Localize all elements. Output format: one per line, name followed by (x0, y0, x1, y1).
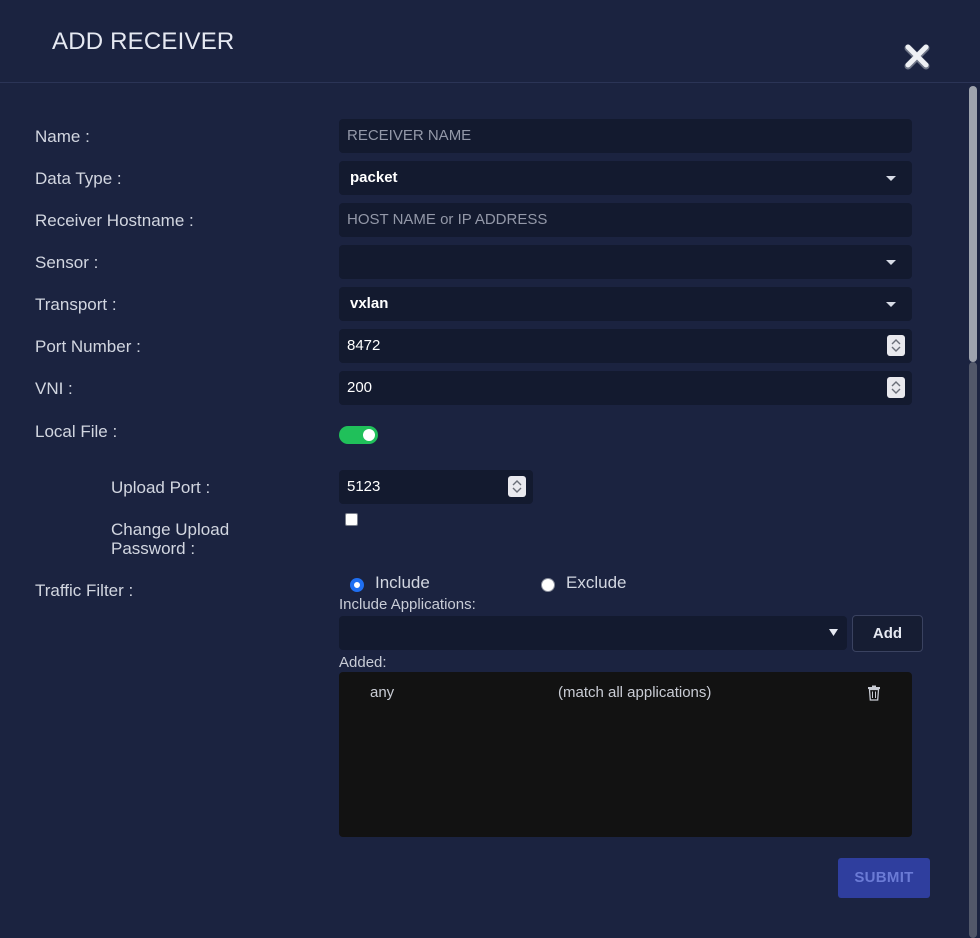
include-radio[interactable] (350, 578, 364, 592)
toggle-knob (363, 429, 375, 441)
scrollbar-thumb[interactable] (969, 86, 977, 362)
data-type-select[interactable]: packet (339, 161, 912, 195)
number-spinner-icon[interactable] (887, 377, 905, 398)
transport-value: vxlan (350, 295, 389, 312)
added-item-name: any (370, 684, 395, 701)
include-applications-select[interactable] (339, 616, 847, 650)
added-item-description: (match all applications) (558, 684, 712, 701)
vni-label: VNI : (35, 379, 73, 398)
port-label: Port Number : (35, 337, 141, 356)
added-list: any (match all applications) (339, 672, 912, 837)
data-type-value: packet (350, 169, 398, 186)
vni-input[interactable]: 200 (339, 371, 912, 405)
traffic-filter-label: Traffic Filter : (35, 581, 134, 600)
caret-down-icon (829, 629, 838, 636)
trash-icon[interactable] (867, 685, 881, 701)
port-value: 8472 (347, 337, 381, 354)
dialog-title: ADD RECEIVER (52, 28, 235, 55)
sensor-label: Sensor : (35, 253, 99, 272)
include-radio-label[interactable]: Include (375, 573, 430, 593)
name-label: Name : (35, 127, 90, 146)
exclude-radio-label[interactable]: Exclude (566, 573, 626, 593)
caret-down-icon (886, 260, 896, 265)
exclude-radio[interactable] (541, 578, 555, 592)
hostname-label: Receiver Hostname : (35, 211, 194, 230)
added-label: Added: (339, 654, 387, 671)
transport-label: Transport : (35, 295, 117, 314)
submit-button[interactable]: SUBMIT (838, 858, 930, 898)
caret-down-icon (886, 176, 896, 181)
close-icon[interactable] (901, 40, 933, 72)
transport-select[interactable]: vxlan (339, 287, 912, 321)
change-password-label-line1: Change Upload (111, 520, 230, 539)
upload-port-label: Upload Port : (111, 478, 211, 497)
caret-down-icon (886, 302, 896, 307)
port-input[interactable]: 8472 (339, 329, 912, 363)
name-input[interactable]: RECEIVER NAME (339, 119, 912, 153)
scrollbar-lower (969, 362, 977, 938)
change-password-label-line2: Password : (111, 539, 196, 558)
number-spinner-icon[interactable] (508, 476, 526, 497)
add-button[interactable]: Add (852, 615, 923, 652)
data-type-label: Data Type : (35, 169, 122, 188)
dialog-header: ADD RECEIVER (0, 0, 980, 83)
local-file-toggle[interactable] (339, 426, 378, 444)
change-password-label: Change Upload Password : (111, 520, 229, 558)
include-applications-label: Include Applications: (339, 596, 476, 613)
vni-value: 200 (347, 379, 373, 396)
change-password-checkbox[interactable] (345, 513, 358, 526)
upload-port-input[interactable]: 5123 (339, 470, 533, 504)
number-spinner-icon[interactable] (887, 335, 905, 356)
sensor-select[interactable] (339, 245, 912, 279)
upload-port-value: 5123 (347, 478, 381, 495)
local-file-label: Local File : (35, 422, 118, 441)
hostname-input[interactable]: HOST NAME or IP ADDRESS (339, 203, 912, 237)
